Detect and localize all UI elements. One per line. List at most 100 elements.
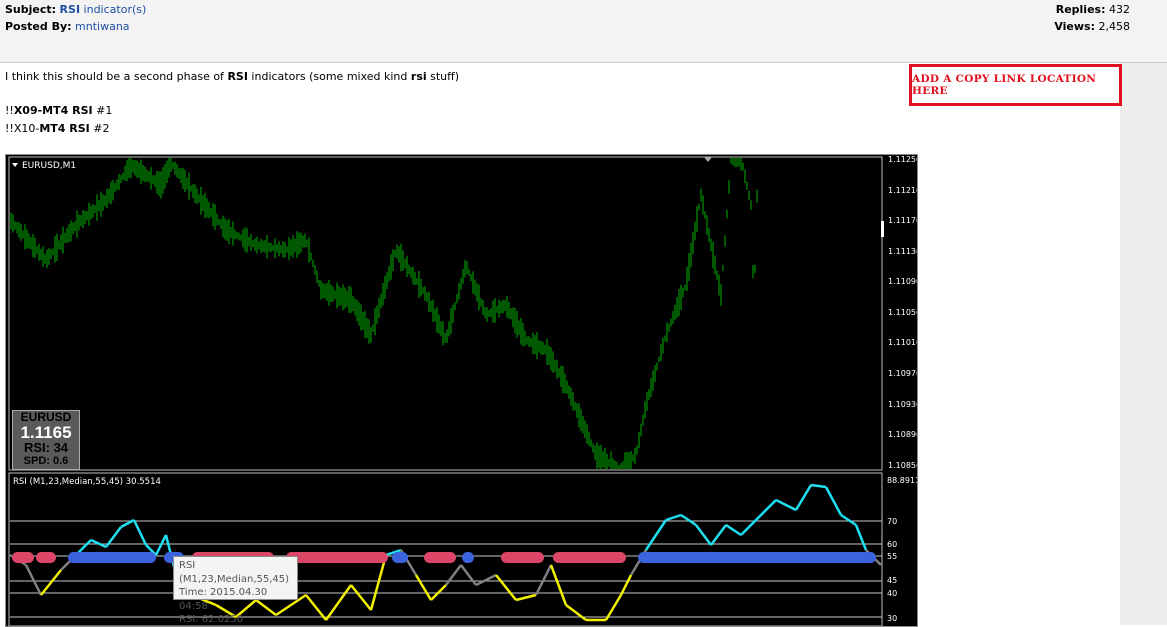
- post-bold: RSI: [227, 70, 248, 83]
- rsi-segment: [824, 486, 843, 516]
- badge-rsi: RSI: 34: [23, 440, 69, 455]
- rsi-segment: [794, 484, 813, 511]
- bearish-band: [286, 552, 388, 563]
- post-text: stuff): [426, 70, 460, 83]
- rsi-trend-bands: [12, 552, 876, 563]
- price-candles: [10, 158, 758, 469]
- rsi-segment: [619, 574, 633, 596]
- item-prefix: !!X10-: [5, 122, 40, 135]
- price-tick: 1.11216: [888, 186, 917, 195]
- tooltip-time: Time: 2015.04.30 04:58: [179, 587, 268, 612]
- rsi-tooltip: RSI (M1,23,Median,55,45) Time: 2015.04.3…: [173, 556, 298, 625]
- author-link[interactable]: mntiwana: [75, 20, 130, 33]
- indicator-item-2: !!X10-MT4 RSI #2: [5, 122, 109, 135]
- post-text: indicators (some mixed kind: [247, 70, 411, 83]
- bearish-band: [36, 552, 56, 563]
- rsi-segment: [810, 483, 827, 489]
- symbol-timeframe-label: EURUSD,M1: [22, 161, 76, 171]
- rsi-segment: [534, 564, 553, 596]
- rsi-segment: [725, 523, 742, 537]
- subject-keyword[interactable]: RSI: [60, 3, 81, 16]
- replies-value: 432: [1109, 3, 1130, 16]
- rsi-level-label: 55: [887, 552, 897, 561]
- views-value: 2,458: [1098, 20, 1131, 33]
- item-suffix: #1: [92, 104, 113, 117]
- item-bold: X09-MT4 RSI: [13, 104, 93, 117]
- rsi-segment: [695, 524, 712, 546]
- views-label: Views:: [1054, 20, 1095, 33]
- bearish-band: [501, 552, 544, 563]
- rsi-segment: [515, 593, 537, 602]
- price-tick: 1.11256: [888, 155, 917, 164]
- rsi-level-label: 60: [887, 540, 897, 549]
- rsi-level-label: 40: [887, 589, 897, 598]
- rsi-segment: [24, 564, 43, 596]
- right-side-panel: [1120, 63, 1167, 625]
- rsi-segment: [644, 519, 668, 551]
- price-tick: 1.10896: [888, 430, 917, 439]
- tooltip-value: RSI: 62.0250: [179, 614, 244, 625]
- rsi-segment: [665, 513, 682, 522]
- bullish-band: [638, 552, 876, 563]
- indicator-item-1: !!X09-MT4 RSI #1: [5, 104, 112, 117]
- rsi-level-label: 45: [887, 576, 897, 585]
- price-tick: 1.11136: [888, 247, 917, 256]
- price-tick: 1.10856: [888, 461, 917, 470]
- post-text: I think this should be a second phase of: [5, 70, 228, 83]
- rsi-segment: [40, 569, 62, 596]
- rsi-segment: [710, 524, 727, 546]
- views-count: Views: 2,458: [1054, 20, 1130, 33]
- replies-label: Replies:: [1055, 3, 1106, 16]
- rsi-pane-frame: [8, 472, 883, 626]
- rsi-segment: [350, 584, 372, 611]
- rsi-title: RSI (M1,23,Median,55,45) 30.5514: [13, 477, 161, 487]
- item-bold: MT4 RSI: [39, 122, 90, 135]
- subject-text[interactable]: indicator(s): [80, 3, 147, 16]
- rsi-segment: [755, 499, 777, 521]
- thread-header: Subject: RSI indicator(s) Posted By: mnt…: [0, 0, 1167, 63]
- item-suffix: #2: [89, 122, 110, 135]
- rsi-segment: [132, 519, 148, 546]
- price-scale-marker: [881, 221, 884, 237]
- copy-link-button[interactable]: ADD A COPY LINK LOCATION HERE: [909, 64, 1122, 106]
- rsi-segment: [565, 604, 587, 621]
- chevron-down-icon[interactable]: [12, 163, 18, 167]
- price-tick: 1.10936: [888, 400, 917, 409]
- chart-screenshot: EURUSD,M1 RSI (M1,23,Median,55,45) 30.55…: [5, 154, 918, 627]
- rsi-segment: [840, 513, 857, 527]
- posted-by-label: Posted By:: [5, 20, 72, 33]
- rsi-segment: [414, 574, 433, 601]
- rsi-segment: [154, 534, 168, 556]
- rsi-segment: [369, 554, 388, 611]
- rsi-level-label: 70: [887, 517, 897, 526]
- rsi-segment: [324, 584, 353, 621]
- rsi-segment: [854, 524, 868, 551]
- rsi-segment: [549, 564, 568, 606]
- price-tick: 1.10976: [888, 369, 917, 378]
- rsi-level-label: 30: [887, 614, 897, 623]
- price-tick: 1.11056: [888, 308, 917, 317]
- rsi-segment: [495, 574, 517, 601]
- item-prefix: !!: [5, 104, 14, 117]
- badge-spread: SPD: 0.6: [23, 455, 69, 467]
- bullish-band: [462, 552, 474, 563]
- bullish-band: [392, 552, 408, 563]
- rsi-segment: [740, 519, 757, 536]
- subject-line: Subject: RSI indicator(s): [5, 3, 146, 16]
- subject-label: Subject:: [5, 3, 57, 16]
- tooltip-title: RSI (M1,23,Median,55,45): [179, 560, 290, 585]
- rsi-segment: [604, 594, 623, 621]
- rsi-segment: [475, 573, 497, 587]
- replies-count: Replies: 432: [1056, 3, 1130, 16]
- chart-canvas: EURUSD,M1 RSI (M1,23,Median,55,45) 30.55…: [8, 155, 917, 626]
- bearish-band: [424, 552, 456, 563]
- bearish-band: [12, 552, 34, 563]
- rsi-max-value: 88.8911: [887, 476, 917, 485]
- price-tick: 1.11096: [888, 277, 917, 286]
- posted-by-line: Posted By: mntiwana: [5, 20, 130, 33]
- bearish-band: [553, 552, 626, 563]
- bullish-band: [68, 552, 156, 563]
- post-intro: I think this should be a second phase of…: [5, 70, 459, 83]
- rsi-segment: [775, 498, 797, 512]
- rsi-segment: [305, 594, 327, 621]
